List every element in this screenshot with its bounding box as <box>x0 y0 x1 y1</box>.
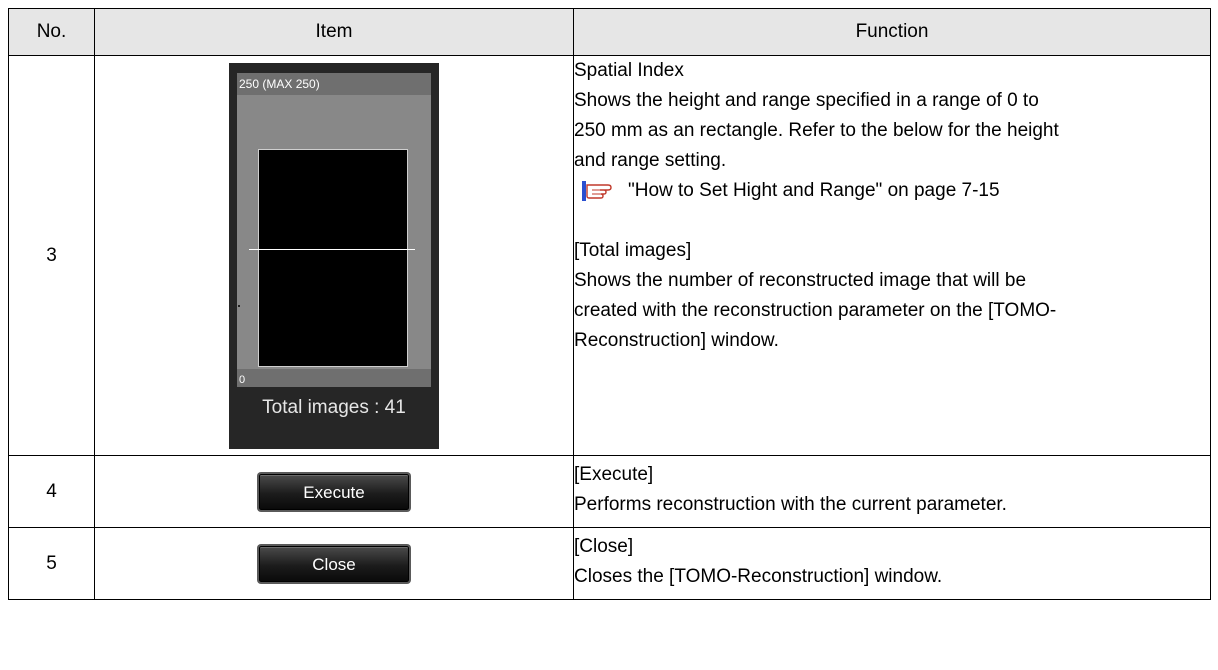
max-height-label: 250 (MAX 250) <box>237 72 431 95</box>
spatial-index-panel: 250 (MAX 250) 0 Total images : 41 <box>229 62 439 449</box>
marker-dot <box>238 304 240 307</box>
row-number: 5 <box>8 527 95 600</box>
close-button[interactable]: Close <box>259 545 409 582</box>
table-row: 3 250 (MAX 250) 0 Total images : 41 Spat… <box>8 55 1211 456</box>
function-title: Spatial Index <box>574 60 684 81</box>
reference-link[interactable]: "How to Set Hight and Range" on page 7-1… <box>628 176 1000 206</box>
function-line: and range setting. <box>574 150 727 171</box>
table-row: 5 Close [Close] Closes the [TOMO-Reconst… <box>8 527 1211 600</box>
spatial-index-frame: 250 (MAX 250) 0 <box>237 72 431 387</box>
header-row: No. Item Function <box>8 8 1211 56</box>
header-no: No. <box>8 8 95 56</box>
total-images-readout: Total images : 41 <box>262 396 406 418</box>
function-line: 250 mm as an rectangle. Refer to the bel… <box>574 120 1059 141</box>
range-rectangle <box>258 148 408 367</box>
function-cell: [Execute] Performs reconstruction with t… <box>573 455 1211 528</box>
function-cell: [Close] Closes the [TOMO-Reconstruction]… <box>573 527 1211 600</box>
header-function: Function <box>573 8 1211 56</box>
function-title: [Execute] <box>574 464 654 485</box>
table-row: 4 Execute [Execute] Performs reconstruct… <box>8 455 1211 528</box>
function-line: Shows the number of reconstructed image … <box>574 270 1027 291</box>
row-number: 3 <box>8 55 95 456</box>
execute-button[interactable]: Execute <box>259 473 409 510</box>
row-number: 4 <box>8 455 95 528</box>
item-cell: Execute <box>94 455 574 528</box>
function-line: Shows the height and range specified in … <box>574 90 1039 111</box>
function-title: [Close] <box>574 536 634 557</box>
min-height-label: 0 <box>237 368 431 387</box>
item-cell: 250 (MAX 250) 0 Total images : 41 <box>94 55 574 456</box>
function-cell: Spatial Index Shows the height and range… <box>573 55 1211 456</box>
function-line: Reconstruction] window. <box>574 330 779 351</box>
function-line: Closes the [TOMO-Reconstruction] window. <box>574 566 943 587</box>
height-line <box>249 248 415 250</box>
function-line: Performs reconstruction with the current… <box>574 494 1007 515</box>
header-item: Item <box>94 8 574 56</box>
function-table: No. Item Function 3 250 (MAX 250) 0 Tota… <box>8 8 1211 600</box>
pointing-hand-icon <box>580 178 616 204</box>
page-reference[interactable]: "How to Set Hight and Range" on page 7-1… <box>574 176 1210 206</box>
function-title: [Total images] <box>574 240 692 261</box>
function-line: created with the reconstruction paramete… <box>574 300 1057 321</box>
item-cell: Close <box>94 527 574 600</box>
